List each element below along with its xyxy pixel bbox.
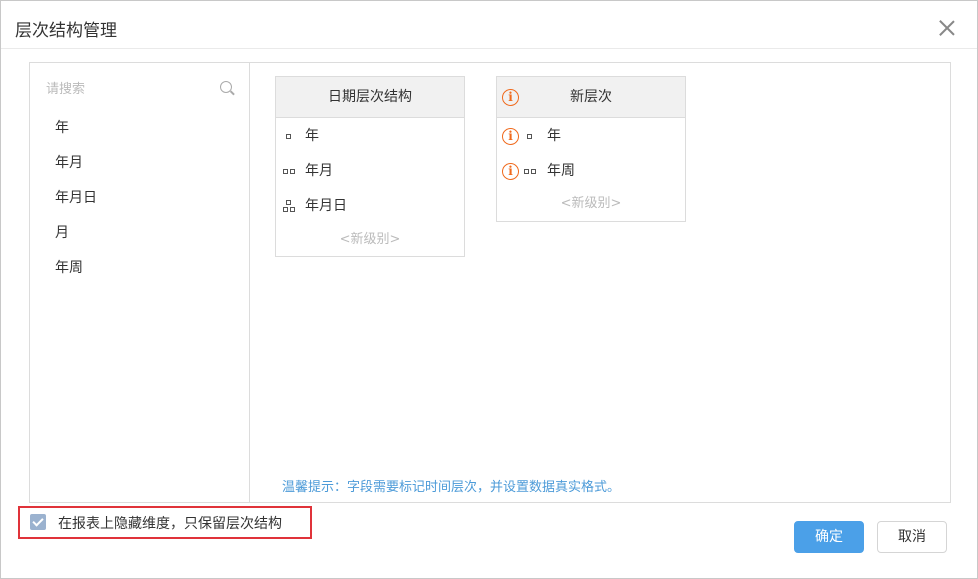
search-box [46, 78, 232, 101]
search-icon[interactable] [220, 81, 232, 93]
hide-dimension-label[interactable]: 在报表上隐藏维度，只保留层次结构 [58, 513, 282, 533]
hide-dimension-option: 在报表上隐藏维度，只保留层次结构 [18, 506, 312, 539]
hierarchy-level-label: 年周 [547, 163, 575, 179]
warning-info-icon: i [502, 89, 519, 106]
tip-text: 温馨提示：字段需要标记时间层次，并设置数据真实格式。 [282, 480, 621, 495]
search-input[interactable] [46, 78, 232, 101]
field-list: 年 年月 年月日 月 年周 [30, 111, 249, 286]
ok-button[interactable]: 确定 [794, 521, 864, 553]
hierarchy-level[interactable]: 年月日 [276, 189, 464, 224]
hierarchy-dialog: 层次结构管理 年 年月 年月日 月 年周 日期层次结构 [0, 0, 978, 579]
dialog-title: 层次结构管理 [15, 21, 117, 41]
field-item-year-month-day[interactable]: 年月日 [30, 181, 249, 216]
hide-dimension-checkbox[interactable] [30, 514, 46, 530]
title-divider [1, 48, 977, 49]
hierarchy-card-header[interactable]: i 新层次 [497, 77, 685, 118]
warning-info-icon: i [502, 163, 519, 180]
hierarchy-level-label: 年 [547, 128, 561, 144]
hierarchy-level-label: 年 [305, 128, 319, 144]
field-item-year-week[interactable]: 年周 [30, 251, 249, 286]
field-item-year-month[interactable]: 年月 [30, 146, 249, 181]
hierarchy-level[interactable]: 年月 [276, 154, 464, 189]
hierarchy-card-header[interactable]: 日期层次结构 [276, 77, 464, 118]
hierarchy-card-new: i 新层次 i 年 i 年周 <新级别> [496, 76, 686, 222]
hierarchy-level[interactable]: i 年 [497, 119, 685, 154]
hierarchy-level[interactable]: 年 [276, 119, 464, 154]
hierarchy-card-date: 日期层次结构 年 年月 年月日 <新级别> [275, 76, 465, 257]
close-icon[interactable] [938, 19, 956, 37]
field-item-year[interactable]: 年 [30, 111, 249, 146]
hierarchy-level[interactable]: i 年周 [497, 154, 685, 189]
field-panel: 年 年月 年月日 月 年周 [30, 63, 250, 502]
hierarchy-level-label: 年月 [305, 163, 333, 179]
new-level-button[interactable]: <新级别> [497, 189, 685, 219]
field-item-month[interactable]: 月 [30, 216, 249, 251]
hierarchy-level-label: 年月日 [305, 198, 347, 214]
hierarchy-card-title: 新层次 [570, 89, 612, 105]
cancel-button[interactable]: 取消 [877, 521, 947, 553]
warning-info-icon: i [502, 128, 519, 145]
new-level-button[interactable]: <新级别> [276, 224, 464, 255]
dialog-content: 年 年月 年月日 月 年周 日期层次结构 年 年月 [29, 62, 951, 503]
